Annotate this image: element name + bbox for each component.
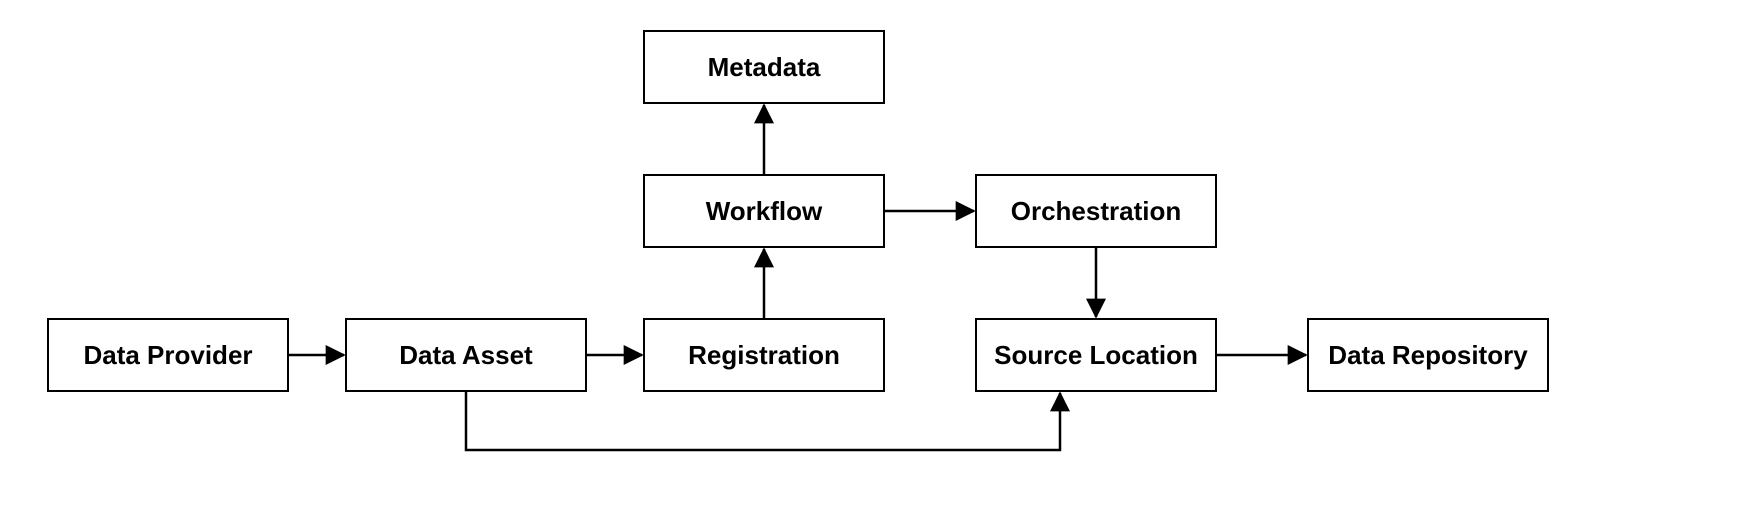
node-label: Data Asset [399,340,533,370]
node-label: Orchestration [1011,196,1182,226]
node-data-asset: Data Asset [346,319,586,391]
node-label: Data Repository [1328,340,1528,370]
edge-dataasset-sourcelocation [466,391,1060,450]
node-data-repository: Data Repository [1308,319,1548,391]
node-orchestration: Orchestration [976,175,1216,247]
node-label: Data Provider [83,340,252,370]
node-data-provider: Data Provider [48,319,288,391]
node-label: Metadata [708,52,821,82]
node-workflow: Workflow [644,175,884,247]
node-source-location: Source Location [976,319,1216,391]
node-label: Workflow [706,196,823,226]
flow-diagram: Data Provider Data Asset Registration Wo… [0,0,1753,510]
node-metadata: Metadata [644,31,884,103]
node-label: Registration [688,340,840,370]
node-label: Source Location [994,340,1198,370]
node-registration: Registration [644,319,884,391]
